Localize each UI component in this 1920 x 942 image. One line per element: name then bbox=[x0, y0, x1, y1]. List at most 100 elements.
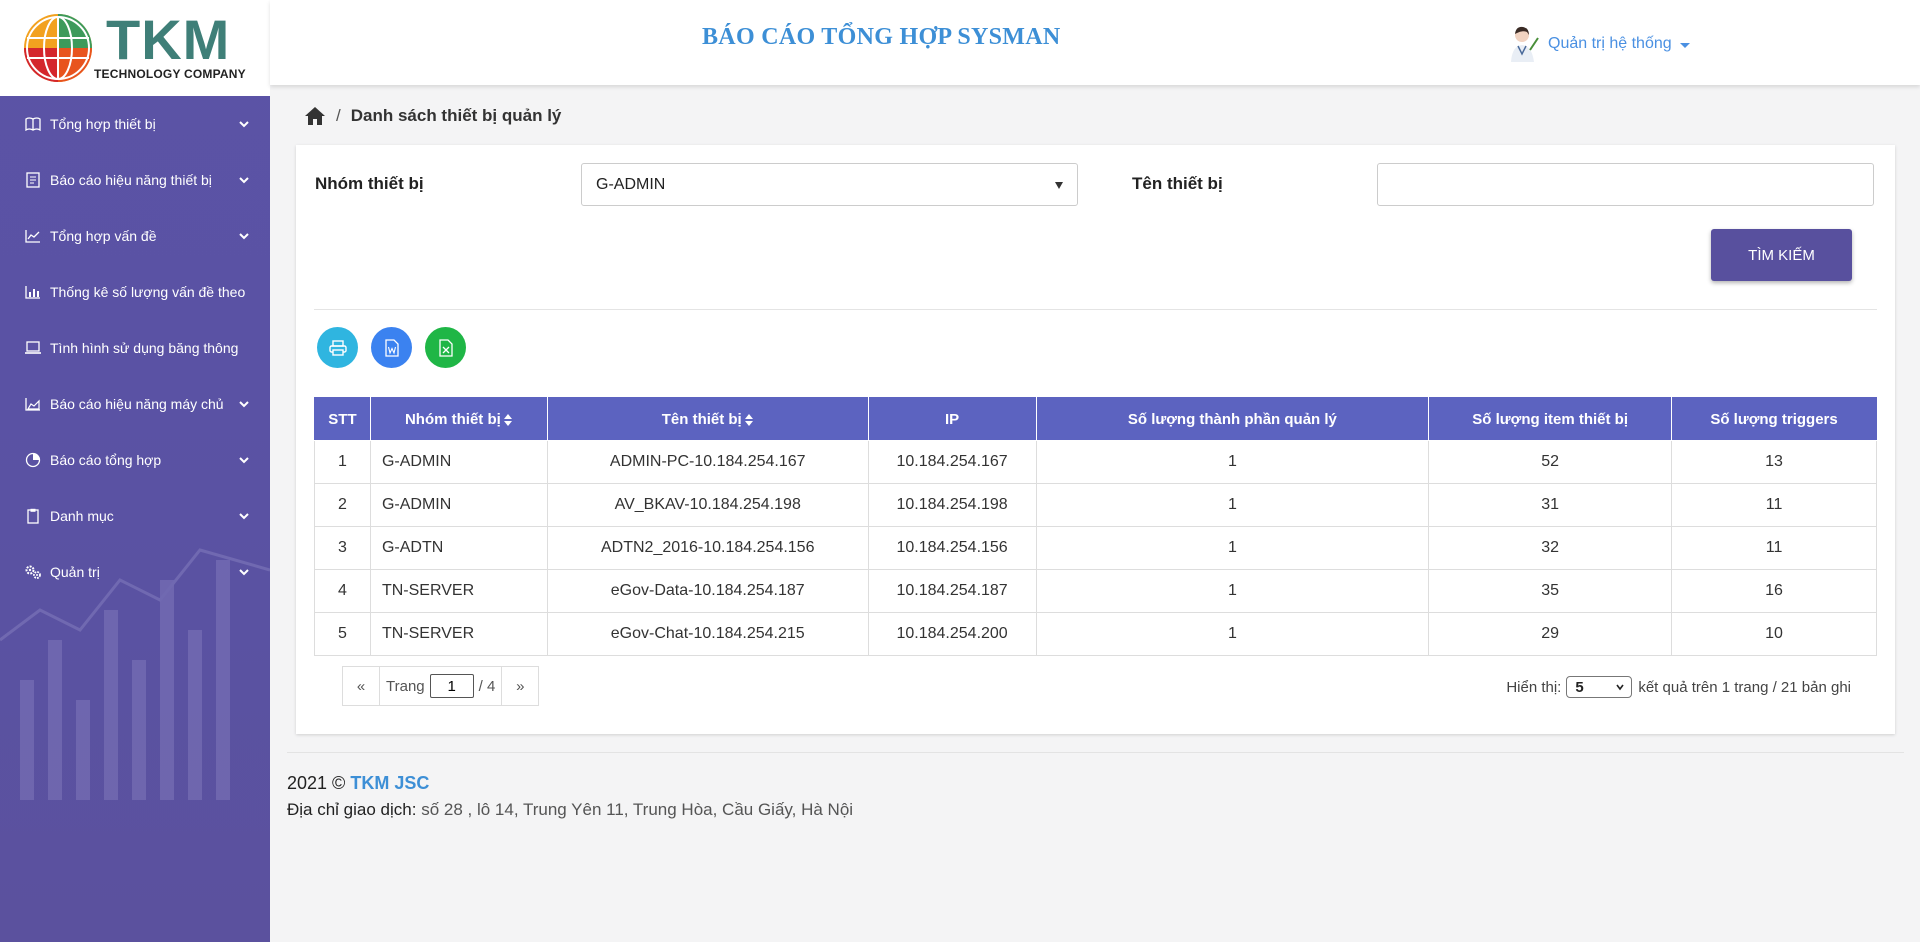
device-name-input[interactable] bbox=[1377, 163, 1874, 206]
laptop-icon bbox=[24, 339, 42, 357]
column-header-component-count: Số lượng thành phần quản lý bbox=[1035, 397, 1430, 441]
bar-chart-icon bbox=[24, 283, 42, 301]
device-group-select[interactable]: G-ADMIN bbox=[581, 163, 1078, 206]
cell-device-group: TN-SERVER bbox=[369, 612, 548, 656]
prev-page-button[interactable]: « bbox=[343, 667, 379, 705]
table-header-row: STT Nhóm thiết bị Tên thiết bị IP Số lượ… bbox=[314, 397, 1877, 441]
cell-device-name: eGov-Data-10.184.254.187 bbox=[546, 569, 869, 613]
column-header-stt: STT bbox=[314, 397, 371, 441]
top-header: BÁO CÁO TỔNG HỢP SYSMAN Quản trị hệ thốn… bbox=[270, 0, 1920, 85]
sidebar-item-server-performance[interactable]: Báo cáo hiệu năng máy chủ bbox=[0, 376, 270, 432]
chevron-down-icon bbox=[238, 454, 250, 466]
footer-copyright: 2021 © TKM JSC bbox=[287, 773, 429, 794]
next-page-button[interactable]: » bbox=[502, 667, 538, 705]
cell-device-name: ADMIN-PC-10.184.254.167 bbox=[546, 440, 869, 484]
export-excel-button[interactable] bbox=[425, 327, 466, 368]
footer-brand-link[interactable]: TKM JSC bbox=[350, 773, 429, 793]
page-size-control: Hiển thị: 5 kết quả trên 1 trang / 21 bả… bbox=[1506, 676, 1851, 698]
page-size-value: 5 bbox=[1575, 678, 1584, 696]
column-header-device-group[interactable]: Nhóm thiết bị bbox=[369, 397, 548, 441]
cell-component-count: 1 bbox=[1035, 440, 1430, 484]
cell-component-count: 1 bbox=[1035, 569, 1430, 613]
page-size-select[interactable]: 5 bbox=[1566, 676, 1633, 698]
total-pages: / 4 bbox=[478, 677, 496, 695]
logo-name: TKM bbox=[106, 8, 231, 71]
sidebar-item-issue-summary[interactable]: Tổng hợp vấn đề bbox=[0, 208, 270, 264]
caret-down-icon bbox=[1679, 42, 1690, 48]
sidebar-item-admin[interactable]: Quản trị bbox=[0, 544, 270, 600]
export-word-button[interactable] bbox=[371, 327, 412, 368]
sort-icon bbox=[503, 413, 512, 426]
word-icon bbox=[384, 338, 399, 357]
report-icon bbox=[24, 171, 42, 189]
page-number-input[interactable] bbox=[429, 674, 474, 698]
table-row: 2 G-ADMIN AV_BKAV-10.184.254.198 10.184.… bbox=[314, 483, 1877, 527]
area-chart-icon bbox=[24, 395, 42, 413]
print-icon bbox=[328, 339, 347, 356]
sidebar-item-label: Tình hình sử dụng băng thông bbox=[50, 340, 239, 356]
device-name-label: Tên thiết bị bbox=[1132, 174, 1223, 193]
address-label: Địa chỉ giao dịch: bbox=[287, 800, 417, 819]
sidebar-item-general-report[interactable]: Báo cáo tổng hợp bbox=[0, 432, 270, 488]
footer-divider bbox=[287, 752, 1904, 753]
cell-ip: 10.184.254.167 bbox=[867, 440, 1037, 484]
section-divider bbox=[314, 309, 1877, 310]
book-icon bbox=[24, 115, 42, 133]
chevron-down-icon bbox=[238, 118, 250, 130]
sort-icon bbox=[744, 413, 753, 426]
cell-stt: 4 bbox=[314, 569, 371, 613]
cell-item-count: 52 bbox=[1428, 440, 1673, 484]
search-button[interactable]: TÌM KIẾM bbox=[1711, 229, 1852, 281]
line-chart-icon bbox=[24, 227, 42, 245]
cell-stt: 5 bbox=[314, 612, 371, 656]
sidebar-menu: Tổng hợp thiết bị Báo cáo hiệu năng thiế… bbox=[0, 96, 270, 600]
cell-device-group: G-ADMIN bbox=[369, 483, 548, 527]
clipboard-icon bbox=[24, 507, 42, 525]
page-label: Trang bbox=[386, 677, 425, 695]
sidebar-item-label: Thống kê số lượng vấn đề theo bbox=[50, 284, 246, 300]
sidebar-item-device-performance[interactable]: Báo cáo hiệu năng thiết bị bbox=[0, 152, 270, 208]
table-row: 4 TN-SERVER eGov-Data-10.184.254.187 10.… bbox=[314, 569, 1877, 613]
breadcrumb-separator: / bbox=[336, 106, 341, 125]
page-title: BÁO CÁO TỔNG HỢP SYSMAN bbox=[702, 24, 1061, 50]
column-header-ip: IP bbox=[867, 397, 1037, 441]
user-name: Quản trị hệ thống bbox=[1548, 35, 1672, 52]
cell-ip: 10.184.254.187 bbox=[867, 569, 1037, 613]
chevron-down-icon bbox=[1616, 684, 1624, 691]
user-menu[interactable]: Quản trị hệ thống bbox=[1508, 24, 1690, 64]
cell-device-group: G-ADMIN bbox=[369, 440, 548, 484]
sidebar-item-label: Quản trị bbox=[50, 564, 100, 580]
cell-device-group: TN-SERVER bbox=[369, 569, 548, 613]
cell-component-count: 1 bbox=[1035, 483, 1430, 527]
sidebar: TKM TECHNOLOGY COMPANY Tổng hợp thiết bị… bbox=[0, 0, 270, 942]
sidebar-item-catalog[interactable]: Danh mục bbox=[0, 488, 270, 544]
page-indicator: Trang / 4 bbox=[379, 667, 503, 705]
chevron-down-icon bbox=[238, 398, 250, 410]
sidebar-item-label: Báo cáo hiệu năng máy chủ bbox=[50, 396, 224, 412]
show-label: Hiển thị: bbox=[1506, 678, 1562, 696]
cell-device-name: AV_BKAV-10.184.254.198 bbox=[546, 483, 869, 527]
chevron-down-icon bbox=[238, 510, 250, 522]
cell-device-group: G-ADTN bbox=[369, 526, 548, 570]
cell-trigger-count: 10 bbox=[1671, 612, 1877, 656]
sidebar-item-bandwidth-usage[interactable]: Tình hình sử dụng băng thông bbox=[0, 320, 270, 376]
address-text: số 28 , lô 14, Trung Yên 11, Trung Hòa, … bbox=[421, 800, 854, 819]
device-group-label: Nhóm thiết bị bbox=[315, 174, 424, 193]
results-summary: kết quả trên 1 trang / 21 bản ghi bbox=[1638, 678, 1851, 696]
chevron-down-icon bbox=[238, 174, 250, 186]
column-header-device-name[interactable]: Tên thiết bị bbox=[546, 397, 869, 441]
cell-trigger-count: 13 bbox=[1671, 440, 1877, 484]
print-button[interactable] bbox=[317, 327, 358, 368]
table-row: 1 G-ADMIN ADMIN-PC-10.184.254.167 10.184… bbox=[314, 440, 1877, 484]
cell-stt: 3 bbox=[314, 526, 371, 570]
sidebar-item-label: Danh mục bbox=[50, 508, 114, 524]
cell-stt: 2 bbox=[314, 483, 371, 527]
breadcrumb-current: Danh sách thiết bị quản lý bbox=[350, 106, 562, 125]
cell-ip: 10.184.254.156 bbox=[867, 526, 1037, 570]
logo[interactable]: TKM TECHNOLOGY COMPANY bbox=[0, 0, 270, 96]
sidebar-item-issue-statistics[interactable]: Thống kê số lượng vấn đề theo bbox=[0, 264, 270, 320]
column-header-item-count: Số lượng item thiết bị bbox=[1428, 397, 1673, 441]
home-icon[interactable] bbox=[304, 106, 326, 126]
sidebar-item-device-summary[interactable]: Tổng hợp thiết bị bbox=[0, 96, 270, 152]
table-row: 5 TN-SERVER eGov-Chat-10.184.254.215 10.… bbox=[314, 612, 1877, 656]
